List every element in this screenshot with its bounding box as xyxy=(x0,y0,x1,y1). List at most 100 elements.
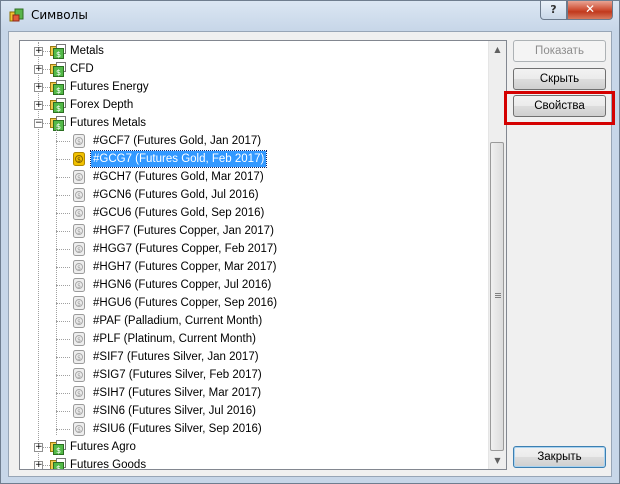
scroll-thumb[interactable] xyxy=(490,142,504,451)
tree-group-label: Futures Energy xyxy=(70,81,149,93)
tree-connector xyxy=(56,375,70,376)
tree-symbol-row[interactable]: $ #SIH7 (Futures Silver, Mar 2017) xyxy=(20,384,488,402)
tree-symbol-row[interactable]: $ #GCH7 (Futures Gold, Mar 2017) xyxy=(20,168,488,186)
svg-text:$: $ xyxy=(77,265,81,272)
tree-connector xyxy=(56,177,70,178)
tree-symbol-row[interactable]: $ #HGH7 (Futures Copper, Mar 2017) xyxy=(20,258,488,276)
tree-group-label: Futures Agro xyxy=(70,441,136,453)
symbol-label: #HGN6 (Futures Copper, Jul 2016) xyxy=(93,279,272,291)
tree-group-row[interactable]: + $ Futures Energy xyxy=(20,78,488,96)
tree-connector xyxy=(56,249,70,250)
tree-connector xyxy=(56,141,70,142)
svg-text:$: $ xyxy=(56,464,61,470)
symbol-hidden-icon: $ xyxy=(71,223,87,239)
symbol-group-folder-icon: $ xyxy=(50,61,66,77)
tree-connector xyxy=(56,303,70,304)
svg-text:$: $ xyxy=(77,427,81,434)
tree-connector xyxy=(56,231,70,232)
symbol-label: #PAF (Palladium, Current Month) xyxy=(93,315,263,327)
tree-child-line xyxy=(56,126,57,435)
symbol-label: #GCH7 (Futures Gold, Mar 2017) xyxy=(93,171,264,183)
svg-text:$: $ xyxy=(77,337,81,344)
scroll-grip xyxy=(495,293,501,294)
window-close-button[interactable]: ✕ xyxy=(567,1,613,20)
tree-symbol-row[interactable]: $ #HGU6 (Futures Copper, Sep 2016) xyxy=(20,294,488,312)
tree-group-row[interactable]: + $ Futures Agro xyxy=(20,438,488,456)
tree-expander-icon[interactable]: − xyxy=(34,119,43,128)
symbols-tree[interactable]: + $ Metals + $ CFD + $ Futures Energy + $ Forex Dep… xyxy=(19,40,507,470)
scroll-grip xyxy=(495,295,501,296)
tree-symbol-row[interactable]: $ #SIF7 (Futures Silver, Jan 2017) xyxy=(20,348,488,366)
symbol-label: #HGG7 (Futures Copper, Feb 2017) xyxy=(93,243,278,255)
scroll-down-arrow-icon[interactable]: ▼ xyxy=(489,452,506,469)
show-button[interactable]: Показать xyxy=(513,40,606,62)
tree-symbol-row[interactable]: $ #GCU6 (Futures Gold, Sep 2016) xyxy=(20,204,488,222)
tree-group-row-expanded[interactable]: − $ Futures Metals xyxy=(20,114,488,132)
symbol-hidden-icon: $ xyxy=(71,385,87,401)
tree-symbol-row[interactable]: $ #HGG7 (Futures Copper, Feb 2017) xyxy=(20,240,488,258)
svg-text:$: $ xyxy=(77,373,81,380)
svg-text:$: $ xyxy=(77,139,81,146)
tree-expander-icon[interactable]: + xyxy=(34,101,43,110)
hide-button[interactable]: Скрыть xyxy=(513,68,606,90)
tree-expander-icon[interactable]: + xyxy=(34,83,43,92)
tree-group-label: Forex Depth xyxy=(70,99,134,111)
svg-text:$: $ xyxy=(56,446,61,455)
symbol-group-folder-icon: $ xyxy=(50,457,66,470)
tree-group-row[interactable]: + $ Futures Goods xyxy=(20,456,488,470)
svg-text:$: $ xyxy=(56,68,61,77)
tree-symbol-row[interactable]: $ #HGN6 (Futures Copper, Jul 2016) xyxy=(20,276,488,294)
symbols-app-icon xyxy=(9,7,25,23)
tree-connector xyxy=(56,429,70,430)
tree-group-row[interactable]: + $ Metals xyxy=(20,42,488,60)
symbol-visible-icon: $ xyxy=(71,151,87,167)
window-title: Символы xyxy=(31,8,88,22)
dialog-client-area: + $ Metals + $ CFD + $ Futures Energy + $ Forex Dep… xyxy=(8,31,615,477)
symbol-hidden-icon: $ xyxy=(71,187,87,203)
symbol-hidden-icon: $ xyxy=(71,331,87,347)
tree-symbol-row[interactable]: $ #SIN6 (Futures Silver, Jul 2016) xyxy=(20,402,488,420)
scroll-up-arrow-icon[interactable]: ▲ xyxy=(489,41,506,58)
tree-group-label: Metals xyxy=(70,45,104,57)
tree-group-row[interactable]: + $ CFD xyxy=(20,60,488,78)
tree-symbol-row[interactable]: $ #GCG7 (Futures Gold, Feb 2017) xyxy=(20,150,488,168)
svg-text:$: $ xyxy=(77,211,81,218)
tree-expander-icon[interactable]: + xyxy=(34,461,43,469)
svg-text:$: $ xyxy=(77,409,81,416)
symbol-hidden-icon: $ xyxy=(71,241,87,257)
symbol-group-folder-icon: $ xyxy=(50,97,66,113)
tree-expander-icon[interactable]: + xyxy=(34,443,43,452)
scroll-grip xyxy=(495,297,501,298)
tree-connector xyxy=(56,213,70,214)
tree-symbol-row[interactable]: $ #PLF (Platinum, Current Month) xyxy=(20,330,488,348)
tree-symbol-row[interactable]: $ #GCN6 (Futures Gold, Jul 2016) xyxy=(20,186,488,204)
svg-text:$: $ xyxy=(77,157,81,164)
symbol-hidden-icon: $ xyxy=(71,259,87,275)
tree-symbol-row[interactable]: $ #GCF7 (Futures Gold, Jan 2017) xyxy=(20,132,488,150)
tree-group-row[interactable]: + $ Forex Depth xyxy=(20,96,488,114)
tree-expander-icon[interactable]: + xyxy=(34,65,43,74)
tree-connector xyxy=(56,267,70,268)
svg-text:$: $ xyxy=(77,283,81,290)
tree-expander-icon[interactable]: + xyxy=(34,47,43,56)
tree-symbol-row[interactable]: $ #PAF (Palladium, Current Month) xyxy=(20,312,488,330)
tree-connector xyxy=(56,393,70,394)
tree-group-label: CFD xyxy=(70,63,94,75)
symbol-label: #SIF7 (Futures Silver, Jan 2017) xyxy=(93,351,259,363)
symbol-label: #GCF7 (Futures Gold, Jan 2017) xyxy=(93,135,262,147)
svg-text:$: $ xyxy=(77,229,81,236)
symbol-label: #SIH7 (Futures Silver, Mar 2017) xyxy=(93,387,262,399)
symbol-group-folder-icon: $ xyxy=(50,79,66,95)
symbol-label: #SIG7 (Futures Silver, Feb 2017) xyxy=(93,369,262,381)
symbol-group-folder-icon: $ xyxy=(50,115,66,131)
tree-symbol-row[interactable]: $ #SIG7 (Futures Silver, Feb 2017) xyxy=(20,366,488,384)
close-button[interactable]: Закрыть xyxy=(513,446,606,468)
symbol-hidden-icon: $ xyxy=(71,421,87,437)
svg-text:$: $ xyxy=(77,319,81,326)
tree-symbol-row[interactable]: $ #HGF7 (Futures Copper, Jan 2017) xyxy=(20,222,488,240)
tree-connector xyxy=(56,159,70,160)
tree-rows: + $ Metals + $ CFD + $ Futures Energy + $ Forex Dep… xyxy=(20,42,488,470)
tree-symbol-row[interactable]: $ #SIU6 (Futures Silver, Sep 2016) xyxy=(20,420,488,438)
title-bar[interactable]: Символы ? ✕ xyxy=(1,1,619,31)
help-button[interactable]: ? xyxy=(540,1,567,20)
